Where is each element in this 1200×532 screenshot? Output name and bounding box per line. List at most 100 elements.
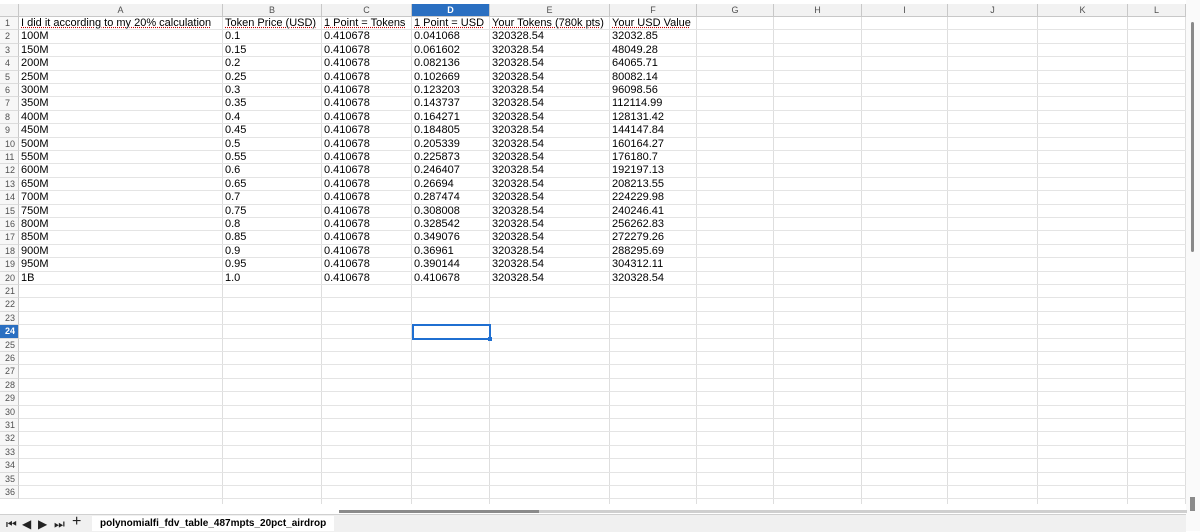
data-cell[interactable]: 700M	[19, 191, 49, 204]
data-cell[interactable]: 320328.54	[490, 84, 544, 97]
select-all-corner[interactable]	[0, 4, 19, 17]
row-header-21[interactable]: 21	[0, 285, 19, 298]
row-header-28[interactable]: 28	[0, 379, 19, 392]
row-header-16[interactable]: 16	[0, 218, 19, 231]
header-cell[interactable]: I did it according to my 20% calculation	[19, 17, 211, 30]
data-cell[interactable]: 0.410678	[322, 205, 370, 218]
data-cell[interactable]: 0.410678	[322, 231, 370, 244]
data-cell[interactable]: 500M	[19, 138, 49, 151]
data-cell[interactable]: 320328.54	[490, 218, 544, 231]
data-cell[interactable]: 0.45	[223, 124, 246, 137]
row-header-2[interactable]: 2	[0, 30, 19, 43]
data-cell[interactable]: 0.410678	[322, 164, 370, 177]
data-cell[interactable]: 550M	[19, 151, 49, 164]
column-header-l[interactable]: L	[1128, 4, 1186, 17]
vertical-scrollbar[interactable]	[1186, 0, 1200, 531]
data-cell[interactable]: 0.287474	[412, 191, 460, 204]
row-header-19[interactable]: 19	[0, 258, 19, 271]
data-cell[interactable]: 112114.99	[610, 97, 662, 110]
data-cell[interactable]: 320328.54	[490, 164, 544, 177]
data-cell[interactable]: 272279.26	[610, 231, 664, 244]
data-cell[interactable]: 0.5	[223, 138, 240, 151]
data-cell[interactable]: 320328.54	[490, 191, 544, 204]
data-cell[interactable]: 300M	[19, 84, 49, 97]
data-cell[interactable]: 0.041068	[412, 30, 460, 43]
data-cell[interactable]: 320328.54	[490, 205, 544, 218]
data-cell[interactable]: 320328.54	[490, 124, 544, 137]
data-cell[interactable]: 0.410678	[322, 191, 370, 204]
data-cell[interactable]: 0.410678	[322, 258, 370, 271]
row-header-10[interactable]: 10	[0, 138, 19, 151]
horizontal-scroll-thumb[interactable]	[339, 510, 539, 513]
row-header-20[interactable]: 20	[0, 272, 19, 285]
data-cell[interactable]: 0.328542	[412, 218, 460, 231]
row-header-3[interactable]: 3	[0, 44, 19, 57]
column-header-c[interactable]: C	[322, 4, 412, 17]
data-cell[interactable]: 320328.54	[490, 97, 544, 110]
data-cell[interactable]: 224229.98	[610, 191, 664, 204]
data-cell[interactable]: 0.35	[223, 97, 246, 110]
data-cell[interactable]: 0.55	[223, 151, 246, 164]
data-cell[interactable]: 288295.69	[610, 245, 664, 258]
data-cell[interactable]: 0.410678	[412, 272, 460, 285]
data-cell[interactable]: 0.410678	[322, 84, 370, 97]
row-header-31[interactable]: 31	[0, 419, 19, 432]
vertical-scroll-thumb[interactable]	[1191, 22, 1194, 252]
data-cell[interactable]: 192197.13	[610, 164, 664, 177]
row-header-25[interactable]: 25	[0, 339, 19, 352]
data-cell[interactable]: 320328.54	[490, 258, 544, 271]
row-header-30[interactable]: 30	[0, 406, 19, 419]
prev-sheet-icon[interactable]: ◀	[22, 517, 31, 531]
data-cell[interactable]: 850M	[19, 231, 49, 244]
data-cell[interactable]: 450M	[19, 124, 49, 137]
data-cell[interactable]: 320328.54	[490, 57, 544, 70]
data-cell[interactable]: 304312.11	[610, 258, 663, 271]
data-cell[interactable]: 0.410678	[322, 178, 370, 191]
data-cell[interactable]: 320328.54	[490, 71, 544, 84]
row-header-32[interactable]: 32	[0, 432, 19, 445]
row-header-17[interactable]: 17	[0, 231, 19, 244]
data-cell[interactable]: 0.410678	[322, 218, 370, 231]
row-header-4[interactable]: 4	[0, 57, 19, 70]
data-cell[interactable]: 150M	[19, 44, 49, 57]
data-cell[interactable]: 0.390144	[412, 258, 460, 271]
first-sheet-icon[interactable]: ⏮	[6, 517, 17, 531]
data-cell[interactable]: 0.4	[223, 111, 240, 124]
scroll-down-marker[interactable]	[1190, 497, 1195, 511]
data-cell[interactable]: 128131.42	[610, 111, 664, 124]
data-cell[interactable]: 96098.56	[610, 84, 658, 97]
row-header-23[interactable]: 23	[0, 312, 19, 325]
data-cell[interactable]: 750M	[19, 205, 49, 218]
data-cell[interactable]: 80082.14	[610, 71, 658, 84]
data-cell[interactable]: 0.6	[223, 164, 240, 177]
row-header-22[interactable]: 22	[0, 298, 19, 311]
add-sheet-icon[interactable]: +	[72, 515, 81, 529]
row-header-29[interactable]: 29	[0, 392, 19, 405]
data-cell[interactable]: 250M	[19, 71, 49, 84]
header-cell[interactable]: 1 Point = Tokens	[322, 17, 405, 30]
data-cell[interactable]: 176180.7	[610, 151, 658, 164]
row-header-18[interactable]: 18	[0, 245, 19, 258]
data-cell[interactable]: 0.410678	[322, 30, 370, 43]
data-cell[interactable]: 350M	[19, 97, 49, 110]
data-cell[interactable]: 320328.54	[490, 30, 544, 43]
data-cell[interactable]: 0.184805	[412, 124, 460, 137]
data-cell[interactable]: 320328.54	[490, 231, 544, 244]
data-cell[interactable]: 0.25	[223, 71, 246, 84]
data-cell[interactable]: 0.3	[223, 84, 240, 97]
row-header-7[interactable]: 7	[0, 97, 19, 110]
data-cell[interactable]: 200M	[19, 57, 49, 70]
row-header-33[interactable]: 33	[0, 446, 19, 459]
data-cell[interactable]: 0.95	[223, 258, 246, 271]
data-cell[interactable]: 950M	[19, 258, 49, 271]
row-header-1[interactable]: 1	[0, 17, 19, 30]
data-cell[interactable]: 0.65	[223, 178, 246, 191]
data-cell[interactable]: 0.410678	[322, 272, 370, 285]
data-cell[interactable]: 0.410678	[322, 138, 370, 151]
sheet-tab[interactable]: polynomialfi_fdv_table_487mpts_20pct_air…	[92, 516, 334, 531]
row-header-27[interactable]: 27	[0, 365, 19, 378]
data-cell[interactable]: 0.410678	[322, 151, 370, 164]
data-cell[interactable]: 0.143737	[412, 97, 460, 110]
row-header-24[interactable]: 24	[0, 325, 19, 338]
data-cell[interactable]: 0.8	[223, 218, 240, 231]
